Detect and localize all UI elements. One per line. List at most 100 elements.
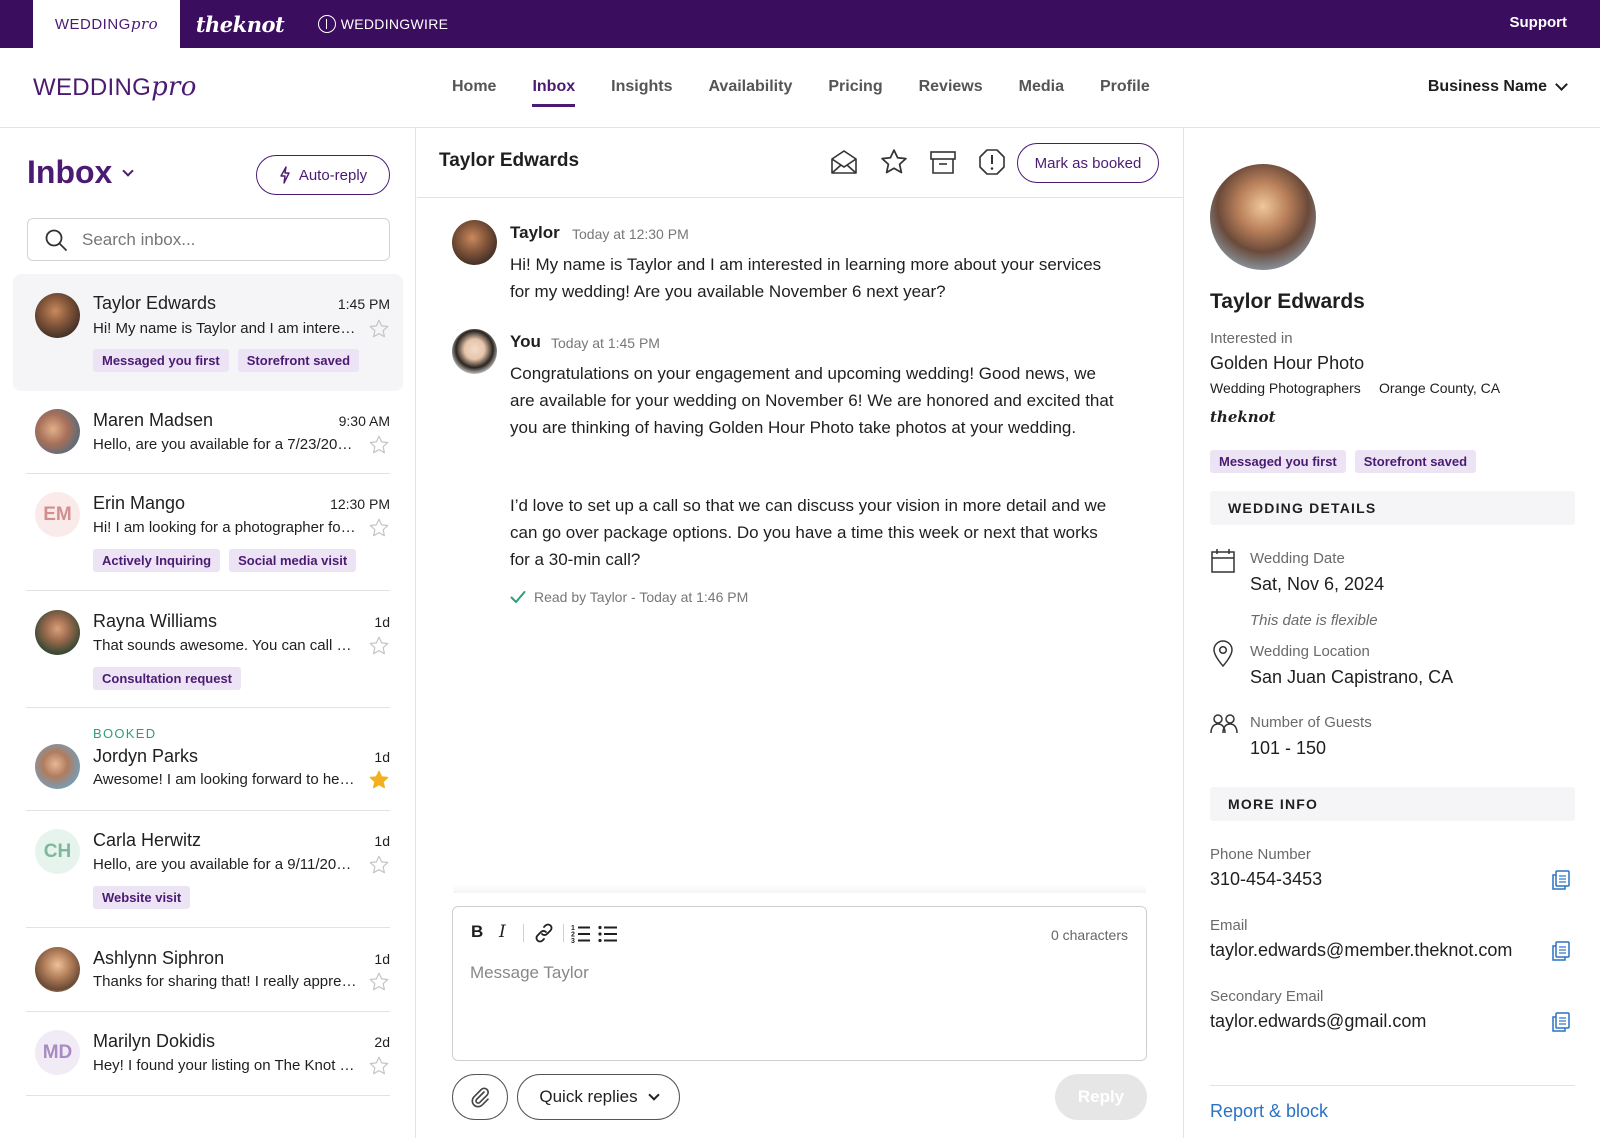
chevron-down-icon — [122, 164, 134, 177]
support-link[interactable]: Support — [1510, 14, 1568, 31]
link-icon[interactable] — [533, 923, 555, 943]
search-input[interactable] — [82, 229, 372, 250]
attach-button[interactable] — [452, 1074, 508, 1120]
nav-pricing[interactable]: Pricing — [828, 78, 882, 108]
vendor-region: Orange County, CA — [1379, 380, 1501, 396]
thread-tags: Consultation request — [93, 667, 242, 690]
wedding-date-value: Sat, Nov 6, 2024 — [1250, 574, 1385, 594]
thread-preview: Hello, are you available for a 9/11/2025… — [93, 856, 358, 873]
thread-taylor-edwards[interactable]: Taylor Edwards 1:45 PM Hi! My name is Ta… — [13, 274, 403, 391]
report-spam-icon[interactable] — [977, 147, 1007, 177]
message-body: I’d love to set up a call so that we can… — [510, 496, 1107, 569]
thread-name: Taylor Edwards — [93, 293, 217, 313]
bulleted-list-icon[interactable] — [598, 923, 618, 943]
star-icon[interactable] — [368, 635, 390, 657]
mark-as-booked-button[interactable]: Mark as booked — [1017, 143, 1159, 183]
message-sender: Taylor — [510, 223, 560, 242]
avatar — [35, 947, 80, 992]
message-composer: B I 123 0 characters — [452, 885, 1147, 1061]
nav-links: Home Inbox Insights Availability Pricing… — [452, 78, 1186, 108]
auto-reply-button[interactable]: Auto-reply — [256, 155, 390, 195]
thread-time: 9:30 AM — [338, 413, 390, 429]
star-filled-icon[interactable] — [368, 769, 390, 791]
avatar-initials: CH — [35, 829, 80, 874]
read-receipt-text: Read by Taylor - Today at 1:46 PM — [534, 589, 749, 605]
theknot-brand-tab[interactable]: theknot — [196, 0, 285, 48]
star-icon[interactable] — [879, 147, 909, 177]
bold-icon[interactable]: B — [471, 922, 483, 942]
nav-reviews[interactable]: Reviews — [919, 78, 983, 108]
main-nav: WEDDINGpro Home Inbox Insights Availabil… — [0, 48, 1600, 128]
thread-time: 1d — [374, 749, 390, 765]
tag-badge: Storefront saved — [237, 349, 360, 372]
mark-unread-envelope-icon[interactable] — [829, 147, 859, 177]
weddingwire-brand-tab[interactable]: WEDDINGWIRE — [313, 0, 453, 48]
svg-text:3: 3 — [571, 938, 575, 943]
secondary-email-value: taylor.edwards@gmail.com — [1210, 1011, 1427, 1031]
search-icon — [45, 229, 67, 251]
brand-bar: WEDDINGpro theknot WEDDINGWIRE Support — [0, 0, 1600, 48]
thread-time: 12:30 PM — [330, 496, 390, 512]
divider — [26, 1095, 390, 1096]
guests-value: 101 - 150 — [1250, 738, 1327, 758]
weddingpro-logo[interactable]: WEDDINGpro — [33, 72, 197, 102]
thread-tags: Actively Inquiring Social media visit — [93, 549, 357, 572]
thread-preview: Hi! My name is Taylor and I am intereste… — [93, 320, 358, 337]
copy-icon[interactable] — [1551, 869, 1571, 891]
message-sender: You — [510, 332, 541, 351]
numbered-list-icon[interactable]: 123 — [571, 923, 591, 943]
reply-button[interactable]: Reply — [1055, 1074, 1147, 1120]
email-value: taylor.edwards@member.theknot.com — [1210, 940, 1513, 960]
thread-name: Jordyn Parks — [93, 746, 199, 766]
tag-badge: Actively Inquiring — [93, 549, 221, 572]
thread-name: Rayna Williams — [93, 611, 218, 631]
star-icon[interactable] — [368, 318, 390, 340]
inbox-filter-dropdown[interactable]: Inbox — [27, 154, 134, 191]
thread-preview: That sounds awesome. You can call me any… — [93, 637, 358, 654]
search-box[interactable] — [27, 218, 390, 261]
thread-carla-herwitz[interactable]: CH Carla Herwitz 1d Hello, are you avail… — [13, 811, 403, 928]
thread-erin-mango[interactable]: EM Erin Mango 12:30 PM Hi! I am looking … — [13, 474, 403, 591]
star-icon[interactable] — [368, 971, 390, 993]
nav-home[interactable]: Home — [452, 78, 496, 108]
toolbar-divider — [563, 924, 564, 942]
wedding-location-value: San Juan Capistrano, CA — [1250, 667, 1454, 687]
star-icon[interactable] — [368, 434, 390, 456]
wedding-location-label: Wedding Location — [1250, 643, 1370, 660]
star-icon[interactable] — [368, 1055, 390, 1077]
star-icon[interactable] — [368, 517, 390, 539]
weddingwire-logo: WEDDINGWIRE — [317, 15, 449, 33]
quick-replies-dropdown[interactable]: Quick replies — [517, 1074, 680, 1120]
business-switcher[interactable]: Business Name — [1428, 78, 1568, 96]
thread-jordyn-parks[interactable]: BOOKED Jordyn Parks 1d Awesome! I am loo… — [13, 708, 403, 811]
thread-preview: Hi! I am looking for a photographer for … — [93, 519, 358, 536]
vendor-name: Golden Hour Photo — [1210, 353, 1365, 373]
quick-replies-label: Quick replies — [539, 1087, 638, 1106]
report-block-link[interactable]: Report & block — [1210, 1101, 1328, 1122]
nav-inbox[interactable]: Inbox — [532, 78, 575, 108]
avatar-initials: MD — [35, 1030, 80, 1075]
inbox-panel: Inbox Auto-reply Taylor Edwards 1:45 PM … — [0, 128, 416, 1138]
star-icon[interactable] — [368, 854, 390, 876]
thread-rayna-williams[interactable]: Rayna Williams 1d That sounds awesome. Y… — [13, 591, 403, 708]
nav-profile[interactable]: Profile — [1100, 78, 1150, 108]
guests-icon — [1210, 714, 1238, 734]
message-input[interactable] — [470, 963, 1120, 1043]
italic-icon[interactable]: I — [499, 922, 506, 942]
date-flexible-note: This date is flexible — [1250, 612, 1378, 629]
avatar — [35, 293, 80, 338]
nav-insights[interactable]: Insights — [611, 78, 672, 108]
weddingpro-brand-tab[interactable]: WEDDINGpro — [33, 0, 180, 48]
weddingwire-icon — [317, 15, 336, 33]
thread-ashlynn-siphron[interactable]: Ashlynn Siphron 1d Thanks for sharing th… — [13, 928, 403, 1012]
nav-availability[interactable]: Availability — [708, 78, 792, 108]
thread-preview: Hello, are you available for a 7/23/2025… — [93, 436, 358, 453]
thread-marilyn-dokidis[interactable]: MD Marilyn Dokidis 2d Hey! I found your … — [13, 1012, 403, 1096]
inbox-title: Inbox — [27, 154, 113, 190]
thread-maren-madsen[interactable]: Maren Madsen 9:30 AM Hello, are you avai… — [13, 392, 403, 474]
copy-icon[interactable] — [1551, 1011, 1571, 1033]
copy-icon[interactable] — [1551, 940, 1571, 962]
thread-name: Erin Mango — [93, 493, 186, 513]
archive-icon[interactable] — [928, 147, 958, 177]
nav-media[interactable]: Media — [1019, 78, 1064, 108]
